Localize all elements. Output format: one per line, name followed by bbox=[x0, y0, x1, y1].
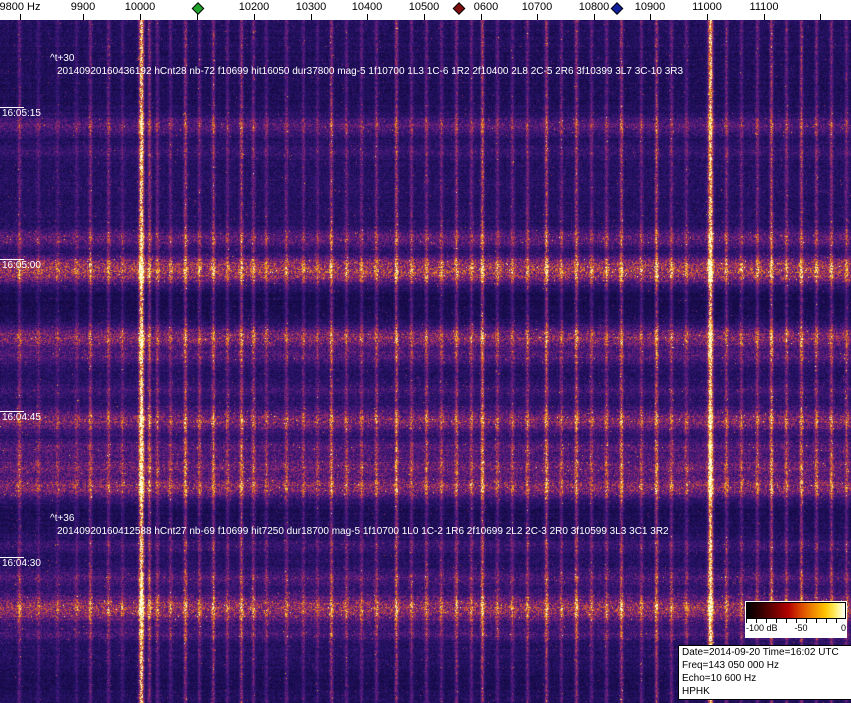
freq-label: 11100 bbox=[749, 1, 779, 13]
freq-label: 9800 Hz bbox=[0, 1, 41, 13]
green-diamond-marker[interactable] bbox=[191, 2, 205, 15]
freq-tick bbox=[481, 14, 482, 20]
freq-tick bbox=[650, 14, 651, 20]
frequency-axis: 9800 Hz 9900 10000 10200 10300 10400 105… bbox=[0, 0, 851, 20]
detection-text: 20140920160412588 hCnt27 nb-69 f10699 hi… bbox=[57, 526, 669, 537]
freq-tick bbox=[764, 14, 765, 20]
time-mark: 16:05:15 bbox=[0, 107, 41, 119]
info-box: Date=2014-09-20 Time=16:02 UTC Freq=143 … bbox=[678, 645, 851, 700]
freq-label: 10300 bbox=[295, 1, 327, 13]
freq-label: 10900 bbox=[634, 1, 666, 13]
freq-tick bbox=[820, 14, 821, 20]
freq-tick bbox=[594, 14, 595, 20]
detection-annotation: ^t+36 20140920160412588 hCnt27 nb-69 f10… bbox=[50, 513, 669, 537]
time-label: 16:05:00 bbox=[2, 260, 41, 271]
freq-tick bbox=[537, 14, 538, 20]
freq-label: 10400 bbox=[351, 1, 383, 13]
time-mark: 16:04:45 bbox=[0, 411, 41, 423]
freq-tick bbox=[707, 14, 708, 20]
detection-marker: ^t+36 bbox=[50, 513, 75, 524]
freq-tick bbox=[367, 14, 368, 20]
info-date-line: Date=2014-09-20 Time=16:02 UTC bbox=[682, 647, 839, 658]
time-label: 16:05:15 bbox=[2, 108, 41, 119]
freq-tick bbox=[254, 14, 255, 20]
freq-tick bbox=[140, 14, 141, 20]
colorbar-min-label: -100 dB bbox=[746, 623, 778, 633]
info-station-line: HPHK bbox=[682, 686, 710, 697]
freq-label: 11000 bbox=[692, 1, 722, 13]
freq-label: 10200 bbox=[238, 1, 270, 13]
time-mark: 16:04:30 bbox=[0, 557, 41, 569]
colorbar-labels: -100 dB -50 0 bbox=[746, 623, 846, 635]
freq-label: 10700 bbox=[521, 1, 553, 13]
freq-label: 10800 bbox=[578, 1, 610, 13]
freq-tick bbox=[20, 14, 21, 20]
freq-label: 0600 bbox=[473, 1, 499, 13]
spectrogram-window: 9800 Hz 9900 10000 10200 10300 10400 105… bbox=[0, 0, 851, 703]
colorbar-gradient bbox=[746, 602, 846, 619]
spectrogram-area[interactable]: ^t+30 20140920160436192 hCnt28 nb-72 f10… bbox=[0, 20, 851, 703]
colorbar-max-label: 0 bbox=[840, 623, 846, 633]
time-mark: 16:05:00 bbox=[0, 259, 41, 271]
freq-tick bbox=[311, 14, 312, 20]
info-freq-line: Freq=143 050 000 Hz bbox=[682, 660, 780, 671]
info-echo-line: Echo=10 600 Hz bbox=[682, 673, 757, 684]
blue-diamond-marker[interactable] bbox=[610, 2, 624, 15]
freq-tick bbox=[83, 14, 84, 20]
freq-label: 10500 bbox=[408, 1, 440, 13]
colorbar-mid-label: -50 bbox=[794, 623, 808, 633]
red-diamond-marker[interactable] bbox=[452, 2, 466, 15]
spectrogram-canvas[interactable] bbox=[0, 20, 851, 703]
time-label: 16:04:45 bbox=[2, 412, 41, 423]
detection-annotation: ^t+30 20140920160436192 hCnt28 nb-72 f10… bbox=[50, 53, 683, 77]
detection-text: 20140920160436192 hCnt28 nb-72 f10699 hi… bbox=[57, 66, 684, 77]
freq-tick bbox=[424, 14, 425, 20]
freq-label: 9900 bbox=[70, 1, 96, 13]
freq-label: 10000 bbox=[124, 1, 156, 13]
detection-marker: ^t+30 bbox=[50, 53, 75, 64]
time-label: 16:04:30 bbox=[2, 558, 41, 569]
colorbar-legend: -100 dB -50 0 bbox=[745, 601, 847, 638]
